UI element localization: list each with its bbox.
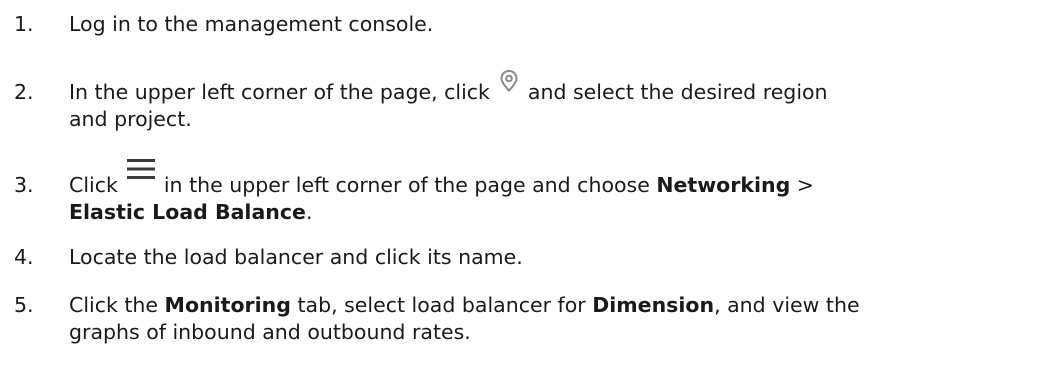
instruction-steps: 1. Log in to the management console. 2. … — [0, 0, 1044, 367]
step-5-text-line2: graphs of inbound and outbound rates. — [69, 320, 471, 344]
step-text: Click in the upper left corner of the pa… — [69, 159, 1029, 226]
step-number: 4. — [14, 245, 34, 269]
networking-label: Networking — [656, 173, 791, 197]
step-5-text-middle: tab, select load balancer for — [297, 293, 586, 317]
step-text: Log in to the management console. — [69, 11, 1029, 38]
step-number: 3. — [14, 173, 34, 197]
step-number: 1. — [14, 12, 34, 36]
breadcrumb-separator: > — [790, 173, 814, 197]
step-2-text-after: and select the desired region — [527, 80, 828, 104]
elastic-load-balance-label: Elastic Load Balance — [69, 200, 306, 224]
step-3-text-middle: in the upper left corner of the page and… — [163, 173, 650, 197]
step-2-text-line2: and project. — [69, 107, 192, 131]
location-pin-icon — [496, 69, 522, 106]
step-1-text: Log in to the management console. — [69, 12, 434, 36]
step-text: Click the Monitoring tab, select load ba… — [69, 292, 1029, 346]
step-3-end: . — [305, 200, 313, 224]
dimension-label: Dimension — [592, 293, 715, 317]
step-5-text-before: Click the — [69, 293, 159, 317]
step-number: 5. — [14, 293, 34, 317]
step-3-text-before: Click — [69, 173, 118, 197]
step-5-text-after: , and view the — [714, 293, 860, 317]
step-4-text: Locate the load balancer and click its n… — [69, 245, 523, 269]
step-text: Locate the load balancer and click its n… — [69, 244, 1029, 271]
step-number: 2. — [14, 80, 34, 104]
step-text: In the upper left corner of the page, cl… — [69, 69, 1029, 133]
monitoring-label: Monitoring — [164, 293, 291, 317]
step-2-text-before: In the upper left corner of the page, cl… — [69, 80, 490, 104]
hamburger-menu-icon — [126, 159, 156, 199]
